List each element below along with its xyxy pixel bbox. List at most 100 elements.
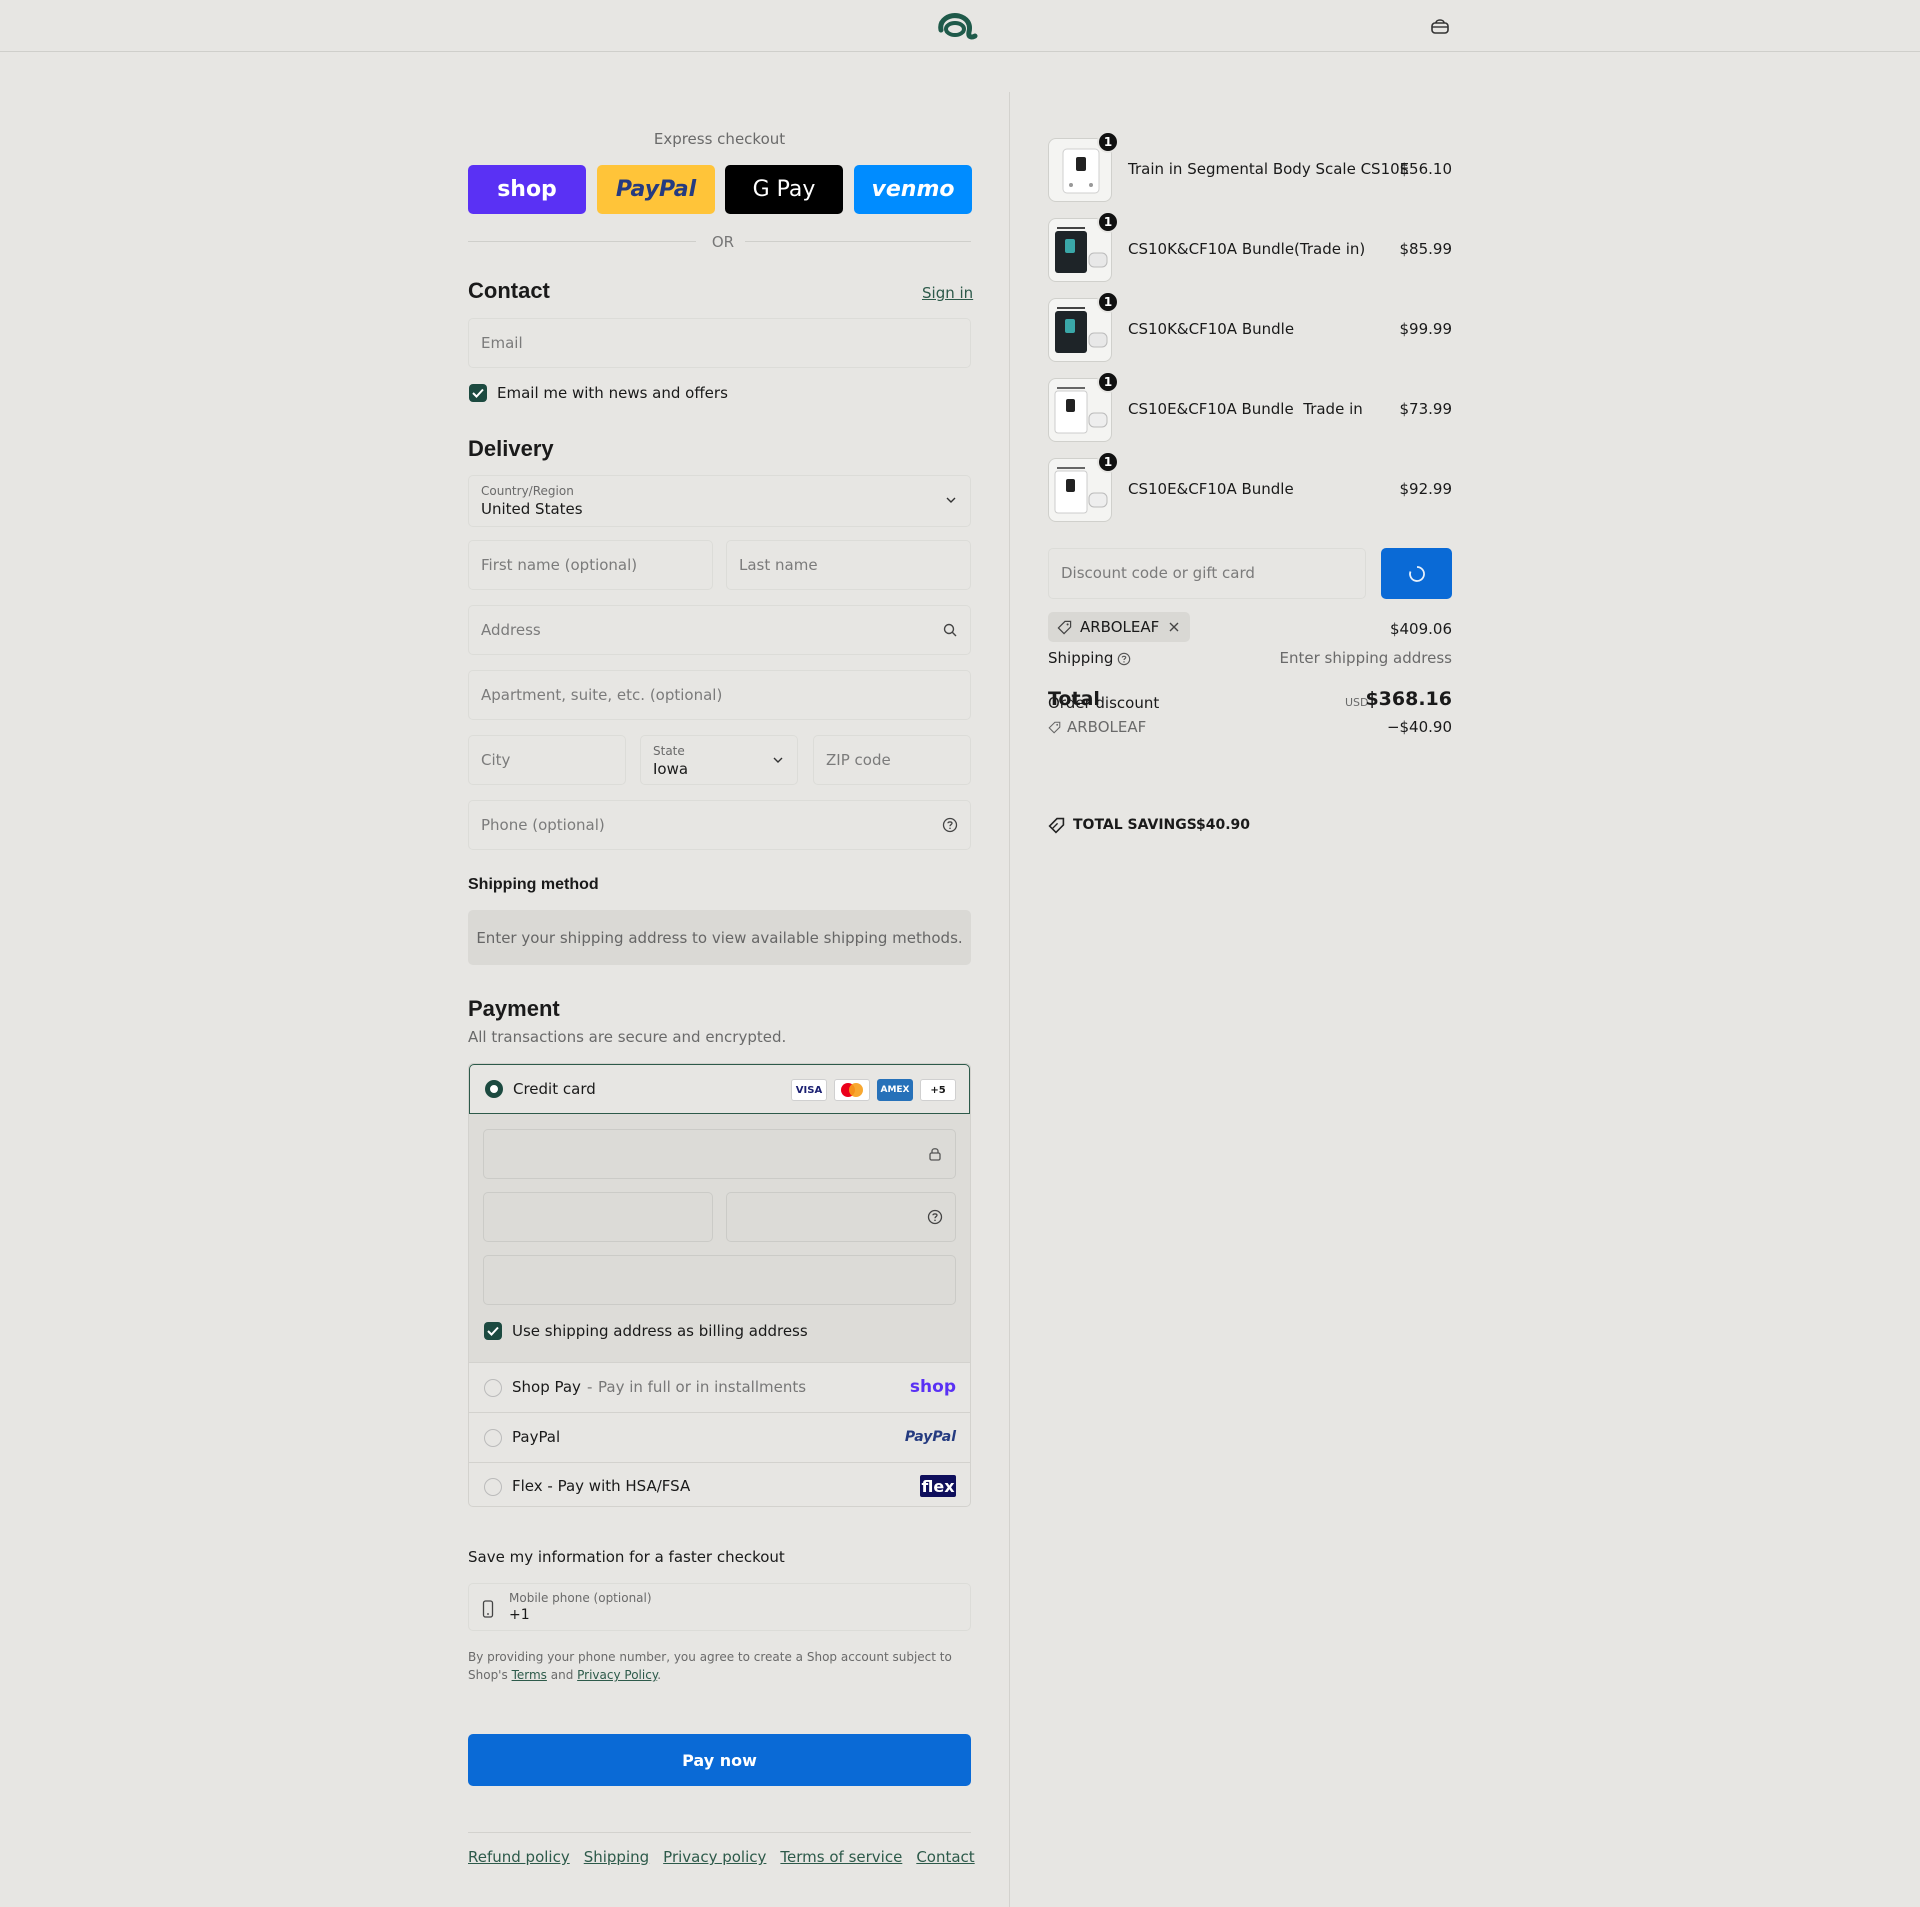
first-name-field[interactable]: First name (optional) <box>468 540 713 590</box>
apply-discount-button[interactable] <box>1381 548 1452 599</box>
news-checkbox[interactable] <box>469 384 487 402</box>
order-discount-value: −$40.90 <box>1386 718 1452 736</box>
terms-of-service-link[interactable]: Terms of service <box>780 1848 902 1866</box>
footer-divider <box>468 1832 971 1833</box>
state-value: Iowa <box>653 760 689 778</box>
product-price: $99.99 <box>1399 320 1453 338</box>
credit-card-radio[interactable] <box>485 1080 503 1098</box>
help-icon[interactable] <box>942 817 958 833</box>
shop-pay-option-label: Shop Pay <box>512 1378 581 1396</box>
state-label: State <box>653 744 685 758</box>
mobile-phone-icon <box>482 1600 494 1618</box>
order-item: 1 CS10K&CF10A Bundle $99.99 <box>1048 291 1453 362</box>
phone-field[interactable]: Phone (optional) <box>468 800 971 850</box>
shipping-link[interactable]: Shipping <box>584 1848 649 1866</box>
column-divider <box>1009 92 1010 1907</box>
security-code-field[interactable] <box>726 1192 956 1242</box>
shop-account-note: By providing your phone number, you agre… <box>468 1648 971 1684</box>
search-icon <box>943 623 957 637</box>
help-icon[interactable] <box>927 1209 943 1225</box>
venmo-label: venmo <box>871 177 955 202</box>
address-field[interactable]: Address <box>468 605 971 655</box>
payment-subtitle: All transactions are secure and encrypte… <box>468 1028 787 1046</box>
terms-link[interactable]: Terms <box>512 1668 547 1682</box>
paypal-radio[interactable] <box>484 1429 502 1447</box>
savings-tag-icon <box>1048 817 1065 834</box>
quantity-badge: 1 <box>1097 291 1119 313</box>
credit-card-form: Use shipping address as billing address <box>469 1114 970 1362</box>
city-placeholder: City <box>481 751 511 769</box>
arboleaf-logo-icon[interactable] <box>935 10 985 40</box>
google-pay-express-button[interactable]: G Pay <box>725 165 843 214</box>
contact-link[interactable]: Contact <box>916 1848 974 1866</box>
venmo-express-button[interactable]: venmo <box>854 165 972 214</box>
privacy-policy-footer-link[interactable]: Privacy policy <box>663 1848 766 1866</box>
expiration-date-field[interactable] <box>483 1192 713 1242</box>
total-savings-label: TOTAL SAVINGS <box>1073 817 1197 833</box>
express-checkout-title: Express checkout <box>653 130 786 148</box>
refund-policy-link[interactable]: Refund policy <box>468 1848 570 1866</box>
shop-pay-radio[interactable] <box>484 1379 502 1397</box>
tag-icon <box>1048 721 1061 734</box>
shop-pay-option[interactable]: Shop Pay - Pay in full or in installment… <box>469 1362 970 1412</box>
shipping-label: Shipping <box>1048 649 1114 667</box>
quantity-badge: 1 <box>1097 211 1119 233</box>
email-placeholder: Email <box>481 334 523 352</box>
shipping-value: Enter shipping address <box>1279 649 1452 667</box>
chevron-down-icon <box>773 757 783 763</box>
product-price: $92.99 <box>1399 480 1453 498</box>
quantity-badge: 1 <box>1097 451 1119 473</box>
privacy-policy-link[interactable]: Privacy Policy <box>577 1668 657 1682</box>
card-number-field[interactable] <box>483 1129 956 1179</box>
credit-card-option[interactable]: Credit card VISA AMEX +5 <box>469 1064 970 1114</box>
amex-logo-icon: AMEX <box>877 1079 913 1101</box>
product-name: Train in Segmental Body Scale CS10E <box>1128 160 1410 178</box>
mastercard-logo-icon <box>834 1079 870 1101</box>
shopping-bag-icon[interactable] <box>1430 18 1450 34</box>
more-cards-badge: +5 <box>920 1079 956 1101</box>
discount-tag: ARBOLEAF <box>1048 612 1190 642</box>
country-value: United States <box>481 500 583 518</box>
check-icon <box>487 1326 499 1336</box>
paypal-option[interactable]: PayPal PayPal <box>469 1412 970 1462</box>
phone-placeholder: Phone (optional) <box>481 816 605 834</box>
shop-pay-dash: - <box>587 1378 593 1396</box>
billing-address-label: Use shipping address as billing address <box>512 1322 808 1340</box>
mobile-phone-value: +1 <box>509 1607 530 1623</box>
city-field[interactable]: City <box>468 735 626 785</box>
pay-now-button[interactable]: Pay now <box>468 1734 971 1786</box>
credit-card-label: Credit card <box>513 1080 596 1098</box>
address-placeholder: Address <box>481 621 541 639</box>
zip-field[interactable]: ZIP code <box>813 735 971 785</box>
email-field[interactable]: Email <box>468 318 971 368</box>
sign-in-link[interactable]: Sign in <box>922 284 973 302</box>
close-icon[interactable] <box>1168 621 1180 633</box>
mobile-phone-label: Mobile phone (optional) <box>509 1591 652 1605</box>
flex-option[interactable]: Flex - Pay with HSA/FSA flex <box>469 1462 970 1506</box>
billing-address-checkbox[interactable] <box>484 1322 502 1340</box>
mobile-phone-field[interactable]: Mobile phone (optional) +1 <box>468 1583 971 1631</box>
flex-radio[interactable] <box>484 1478 502 1496</box>
last-name-field[interactable]: Last name <box>726 540 971 590</box>
order-item: 1 CS10E&CF10A Bundle Trade in $73.99 <box>1048 371 1452 442</box>
country-select[interactable]: Country/Region United States <box>468 475 971 527</box>
shipping-method-title: Shipping method <box>468 876 599 893</box>
state-select[interactable]: State Iowa <box>640 735 798 785</box>
name-on-card-field[interactable] <box>483 1255 956 1305</box>
shop-pay-express-button[interactable]: shop <box>468 165 586 214</box>
lock-icon <box>929 1148 941 1161</box>
help-icon[interactable] <box>1117 652 1131 666</box>
product-name: CS10K&CF10A Bundle <box>1128 320 1295 338</box>
discount-code-field[interactable]: Discount code or gift card <box>1048 548 1366 599</box>
product-price: $56.10 <box>1399 160 1453 178</box>
product-name: CS10E&CF10A Bundle Trade in <box>1128 400 1363 418</box>
subtotal-value: $409.06 <box>1389 620 1452 638</box>
shop-pay-subtext: Pay in full or in installments <box>598 1378 807 1396</box>
first-name-placeholder: First name (optional) <box>481 556 638 574</box>
shipping-method-notice: Enter your shipping address to view avai… <box>468 910 971 965</box>
apartment-placeholder: Apartment, suite, etc. (optional) <box>481 686 723 704</box>
apartment-field[interactable]: Apartment, suite, etc. (optional) <box>468 670 971 720</box>
paypal-express-button[interactable]: PayPal <box>597 165 715 214</box>
total-label: Total <box>1048 688 1100 710</box>
discount-code-placeholder: Discount code or gift card <box>1061 564 1255 582</box>
